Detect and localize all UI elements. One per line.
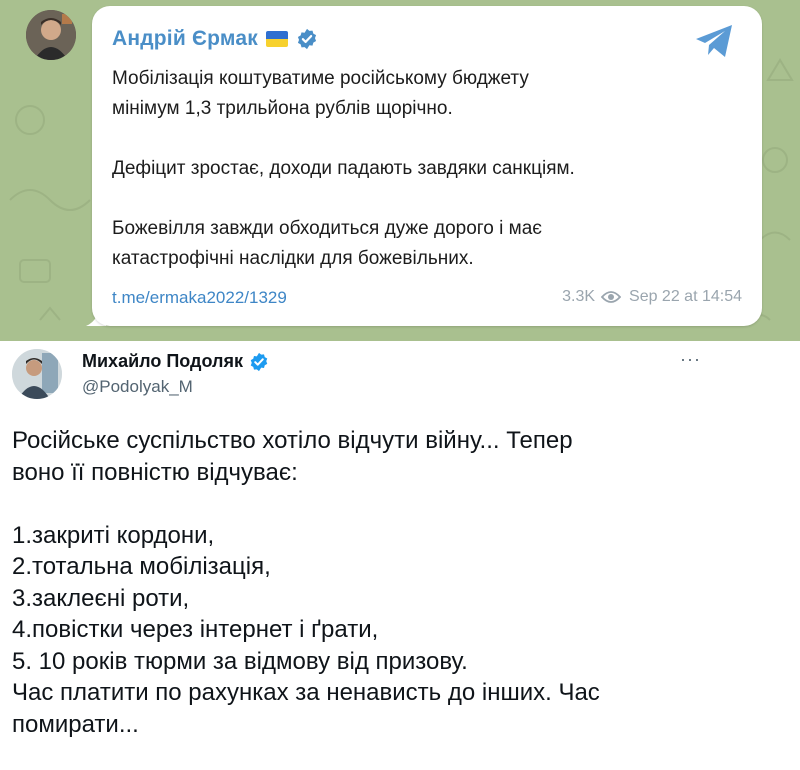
message-line: Мобілізація коштуватиме російському бюдж… — [112, 68, 529, 89]
author-name[interactable]: Андрій Єрмак — [112, 27, 258, 51]
tweet-line: 5. 10 років тюрми за відмову від призову… — [12, 647, 468, 675]
tweet: Михайло Подоляк @Podolyak_M ··· Російськ… — [0, 341, 800, 770]
tweet-line: 4.повістки через інтернет і ґрати, — [12, 616, 379, 643]
telegram-post: Андрій Єрмак Мобілізація коштуватиме рос… — [0, 0, 800, 341]
message-text: Мобілізація коштуватиме російському бюдж… — [112, 64, 732, 274]
avatar[interactable] — [26, 10, 76, 60]
message-line: Дефіцит зростає, доходи падають завдяки … — [112, 158, 575, 179]
message-bubble: Андрій Єрмак Мобілізація коштуватиме рос… — [92, 6, 762, 326]
tweet-line: 3.заклеєні роти, — [12, 584, 190, 612]
tweet-line: 1.закриті кордони, — [12, 521, 215, 549]
avatar[interactable] — [12, 349, 62, 399]
message-line: Божевілля завжди обходиться дуже дорого … — [112, 218, 542, 239]
tweet-line: помирати... — [12, 710, 139, 738]
message-line: катастрофічні наслідки для божевільних. — [112, 248, 474, 269]
telegram-send-icon[interactable] — [694, 24, 734, 58]
more-icon[interactable]: ··· — [680, 349, 701, 370]
tweet-line: Час платити по рахунках за ненависть до … — [12, 679, 600, 706]
tweet-line: 2.тотальна мобілізація, — [12, 553, 271, 580]
message-header: Андрій Єрмак — [112, 24, 318, 54]
tweet-line: Російське суспільство хотіло відчути вій… — [12, 427, 573, 454]
verified-icon — [250, 352, 268, 371]
tweet-text: Російське суспільство хотіло відчути вій… — [12, 425, 788, 740]
author-row: Михайло Подоляк — [82, 351, 269, 372]
message-line: мінімум 1,3 трильйона рублів щорічно. — [112, 98, 453, 119]
message-meta: 3.3K Sep 22 at 14:54 — [562, 288, 742, 306]
author-handle[interactable]: @Podolyak_M — [82, 377, 193, 397]
view-count: 3.3K — [562, 288, 596, 305]
author-name[interactable]: Михайло Подоляк — [82, 351, 243, 372]
timestamp: Sep 22 at 14:54 — [629, 288, 742, 305]
tweet-line: воно її повністю відчуває: — [12, 458, 298, 486]
avatar-image — [12, 349, 62, 399]
eye-icon — [601, 291, 622, 303]
ukraine-flag-icon — [265, 31, 288, 47]
post-link[interactable]: t.me/ermaka2022/1329 — [112, 288, 287, 308]
avatar-image — [26, 10, 76, 60]
verified-icon — [297, 28, 317, 50]
